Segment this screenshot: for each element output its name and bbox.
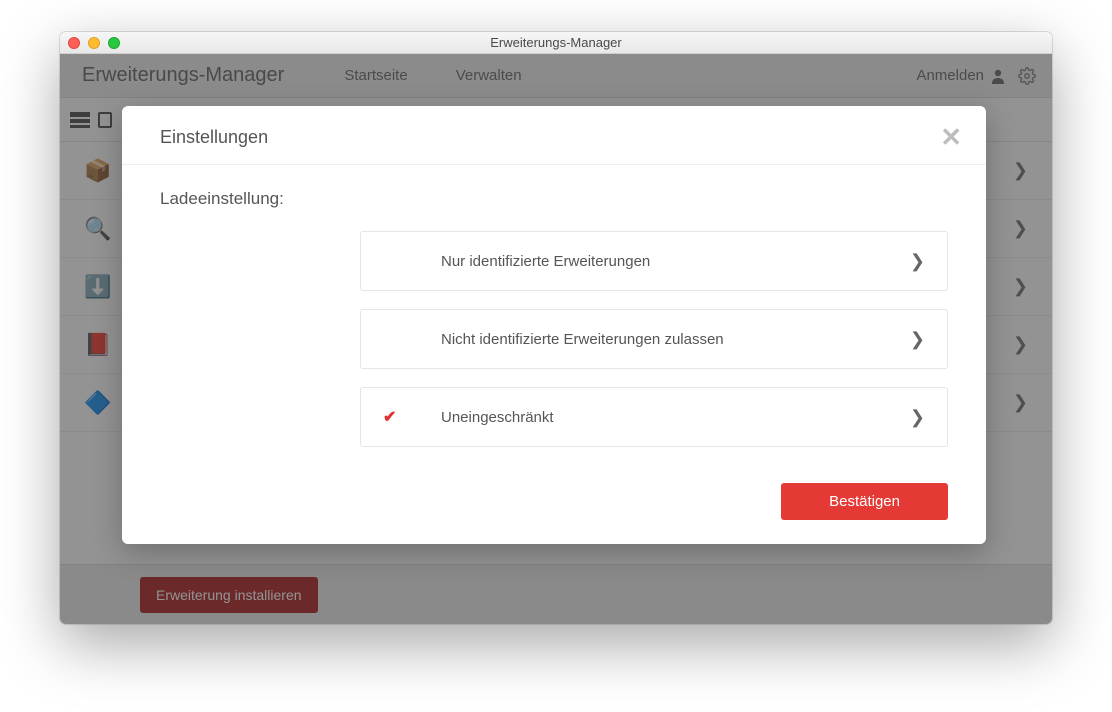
option-label: Nur identifizierte Erweiterungen [423, 253, 910, 270]
close-window-button[interactable] [68, 37, 80, 49]
zoom-window-button[interactable] [108, 37, 120, 49]
check-icon: ✔ [383, 407, 423, 427]
option-unrestricted[interactable]: ✔ Uneingeschränkt ❯ [360, 387, 948, 447]
option-allow-unidentified[interactable]: Nicht identifizierte Erweiterungen zulas… [360, 309, 948, 369]
modal-footer: Bestätigen [122, 471, 986, 524]
chevron-right-icon: ❯ [910, 407, 925, 428]
close-icon[interactable]: ✕ [940, 124, 962, 150]
window-title: Erweiterungs-Manager [60, 35, 1052, 50]
option-identified-only[interactable]: Nur identifizierte Erweiterungen ❯ [360, 231, 948, 291]
app-window: Erweiterungs-Manager Erweiterungs-Manage… [60, 32, 1052, 624]
titlebar: Erweiterungs-Manager [60, 32, 1052, 54]
modal-header: Einstellungen ✕ [122, 106, 986, 165]
settings-modal: Einstellungen ✕ Ladeeinstellung: ? Nur i… [122, 106, 986, 544]
option-label: Nicht identifizierte Erweiterungen zulas… [423, 331, 910, 348]
chevron-right-icon: ❯ [910, 329, 925, 350]
option-label: Uneingeschränkt [423, 409, 910, 426]
modal-backdrop[interactable]: Einstellungen ✕ Ladeeinstellung: ? Nur i… [60, 54, 1052, 624]
minimize-window-button[interactable] [88, 37, 100, 49]
confirm-button[interactable]: Bestätigen [781, 483, 948, 520]
modal-title: Einstellungen [160, 127, 268, 148]
load-options: Nur identifizierte Erweiterungen ❯ Nicht… [360, 231, 948, 447]
window-controls [68, 37, 120, 49]
chevron-right-icon: ❯ [910, 251, 925, 272]
load-setting-label: Ladeeinstellung: [160, 189, 360, 209]
modal-body: Ladeeinstellung: ? Nur identifizierte Er… [122, 165, 986, 471]
